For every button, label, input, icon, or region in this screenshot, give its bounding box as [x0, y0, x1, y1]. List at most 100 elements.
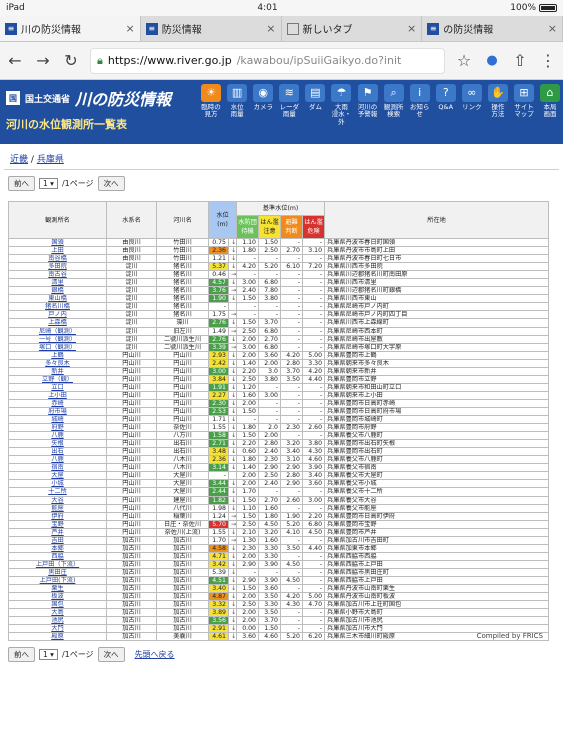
station-name[interactable]: 吉田 [8, 535, 107, 545]
nav-item-11[interactable]: ✋ 操作 方法 [485, 80, 511, 144]
water-system: 淀川 [106, 326, 157, 336]
station-name[interactable]: 芦井 [8, 527, 107, 537]
station-name[interactable]: 立口 [8, 382, 107, 392]
station-name[interactable]: 国包 [8, 600, 107, 610]
station-name[interactable]: 多田院 [8, 262, 107, 272]
station-name[interactable]: 八鹿 [8, 455, 107, 465]
station-name[interactable]: 府市場 [8, 406, 107, 417]
station-name[interactable]: 殿原 [8, 632, 107, 642]
next-page-button-bottom[interactable]: 次へ [97, 647, 125, 663]
tab-3[interactable]: ≡ の防災情報 × [422, 16, 563, 41]
back-arrow-icon[interactable]: ← [6, 51, 24, 70]
tab-1[interactable]: ≡ 防災情報 × [141, 16, 282, 41]
nav-item-3[interactable]: ≋ レーダ 雨量 [276, 80, 302, 144]
nav-item-label: 観測所 検索 [383, 103, 404, 119]
page-select[interactable]: 1 ▾ [39, 178, 58, 189]
water-level: 3.40 [208, 584, 229, 594]
brand[interactable]: 国 国土交通省 川の防災情報 河川の水位観測所一覧表 [0, 80, 198, 144]
reload-icon[interactable]: ↻ [62, 51, 80, 70]
station-name[interactable]: 塚口（観測） [8, 342, 107, 352]
station-name[interactable]: 宝野 [8, 519, 107, 529]
nav-item-8[interactable]: i お知ら せ [407, 80, 433, 144]
nav-item-12[interactable]: ⊞ サイト マップ [511, 80, 537, 144]
next-page-button[interactable]: 次へ [97, 176, 125, 191]
station-name[interactable]: 猪名川橋 [8, 302, 107, 312]
breadcrumb-region[interactable]: 近畿 [10, 155, 28, 165]
river-name: 出石川 [156, 447, 209, 457]
address-bar[interactable]: 🔒︎ https://www.river.go.jp/kawabou/ipSui… [90, 47, 445, 74]
menu-icon[interactable]: ⋮ [539, 51, 557, 70]
nav-item-5[interactable]: ☂ 大雨 浸水・ 外 [328, 80, 354, 144]
tab-0[interactable]: ≡ 川の防災情報 × [0, 16, 141, 41]
water-level: 2.36 [208, 455, 229, 465]
station-name[interactable]: 清里 [8, 278, 107, 288]
bookmark-star-icon[interactable]: ☆ [455, 51, 473, 70]
close-tab-icon[interactable]: × [266, 22, 275, 35]
nav-item-7[interactable]: ⌕ 観測所 検索 [381, 80, 407, 144]
water-level: 1.21 [208, 254, 229, 264]
close-tab-icon[interactable]: × [407, 22, 416, 35]
station-name[interactable]: 大島 [8, 608, 107, 618]
station-name[interactable]: 新井 [8, 366, 107, 376]
station-name[interactable]: 大屋 [8, 471, 107, 481]
prev-page-button[interactable]: 前へ [8, 176, 35, 191]
station-name[interactable]: 立野（観） [8, 374, 107, 384]
station-name[interactable]: 大谷 [8, 495, 107, 505]
close-tab-icon[interactable]: × [126, 22, 135, 35]
nav-item-13[interactable]: ⌂ 本局 画面 [537, 80, 563, 144]
trend-arrow: → [228, 326, 237, 336]
nav-item-1[interactable]: ▥ 水位 雨量 [224, 80, 250, 144]
station-name[interactable]: 上森橋 [8, 318, 107, 328]
station-name[interactable]: 上鶴 [8, 350, 107, 360]
station-name[interactable]: 府野 [8, 423, 107, 433]
station-name[interactable]: 宿南 [8, 463, 107, 473]
station-name[interactable]: 戸ノ内 [8, 310, 107, 320]
forward-arrow-icon[interactable]: → [34, 51, 52, 70]
level-standby: 1.10 [236, 503, 259, 513]
nav-item-10[interactable]: ∞ リンク [459, 80, 485, 144]
share-icon[interactable]: ⇧ [511, 51, 529, 70]
close-tab-icon[interactable]: × [548, 22, 557, 35]
station-name[interactable]: 上戸田(下流) [8, 575, 107, 586]
station-name[interactable]: 十二所 [8, 487, 107, 497]
station-name[interactable]: 南谷橋 [8, 254, 107, 264]
nav-item-9[interactable]: ? Q&A [433, 80, 459, 144]
station-name[interactable]: 伊府 [8, 511, 107, 521]
tab-2[interactable]: 新しいタブ × [282, 16, 423, 41]
station-name[interactable]: 西脇 [8, 551, 107, 561]
station-name[interactable]: 八鹿 [8, 431, 107, 441]
station-name[interactable]: 黒田庄 [8, 567, 107, 577]
station-name[interactable]: 城崎 [8, 415, 107, 425]
station-name[interactable]: 小城 [8, 479, 107, 489]
station-name[interactable]: 赤崎 [8, 398, 107, 408]
microphone-icon[interactable]: ● [483, 53, 501, 68]
nav-item-6[interactable]: ⚑ 河川の 予警報 [354, 80, 380, 144]
station-name[interactable]: 出石 [8, 447, 107, 457]
station-name[interactable]: 上小田 [8, 390, 107, 400]
river-name: 八木川 [156, 463, 209, 473]
station-name[interactable]: 銀橋 [8, 286, 107, 296]
station-name[interactable]: 矢根 [8, 439, 107, 449]
station-name[interactable]: 多々良木 [8, 358, 107, 368]
station-name[interactable]: 東山橋 [8, 294, 107, 304]
station-name[interactable]: 南古谷 [8, 270, 107, 280]
prev-page-button-bottom[interactable]: 前へ [8, 647, 35, 663]
station-name[interactable]: 本郷 [8, 543, 107, 553]
station-name[interactable]: 国領 [8, 237, 107, 248]
nav-item-2[interactable]: ◉ カメラ [250, 80, 276, 144]
breadcrumb-prefecture[interactable]: 兵庫県 [37, 155, 64, 165]
station-name[interactable]: 池尻 [8, 616, 107, 626]
back-to-top-link[interactable]: 先頭へ戻る [135, 649, 175, 660]
station-name[interactable]: 一号（観測） [8, 334, 107, 344]
station-name[interactable]: 上戸田（下流） [8, 559, 107, 569]
station-name[interactable]: 能座 [8, 503, 107, 513]
station-name[interactable]: 尼崎（観測） [8, 326, 107, 336]
station-name[interactable]: 栗生 [8, 584, 107, 594]
station-name[interactable]: 上田 [8, 246, 107, 256]
nav-item-4[interactable]: ▤ ダム [302, 80, 328, 144]
water-level: 3.32 [208, 600, 229, 610]
page-select-bottom[interactable]: 1 ▾ [39, 649, 58, 661]
station-name[interactable]: 大門 [8, 624, 107, 634]
nav-item-0[interactable]: ☀ 臨時の 見方 [198, 80, 224, 144]
station-name[interactable]: 板波 [8, 592, 107, 602]
